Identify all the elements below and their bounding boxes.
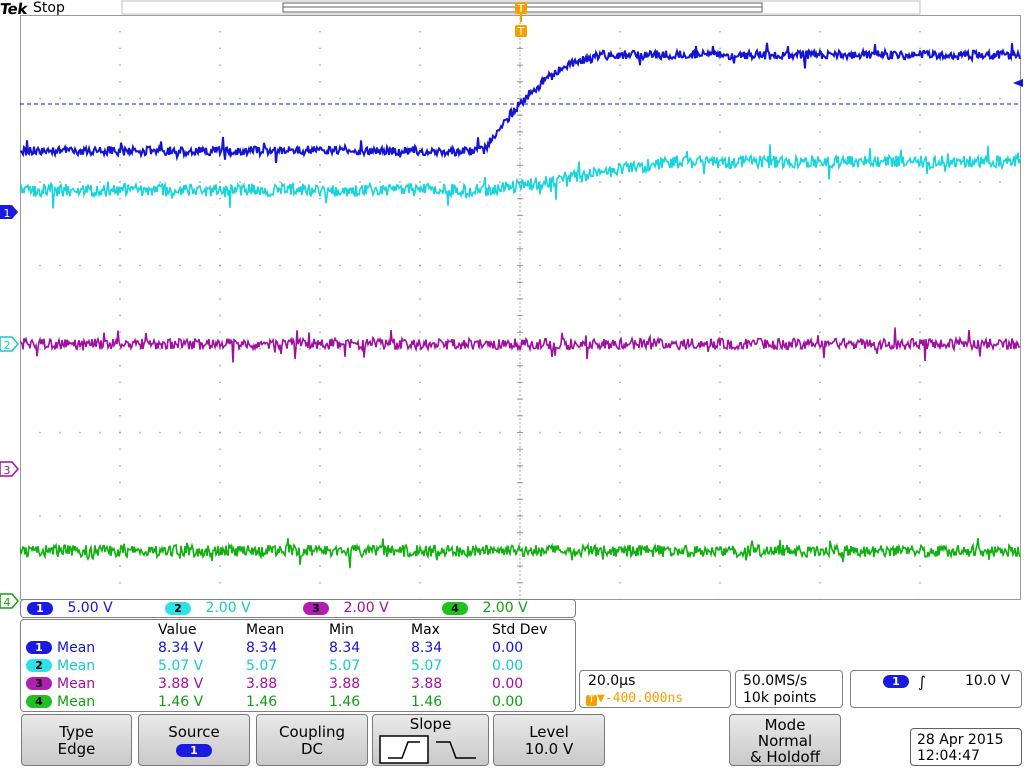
measurement-value: 1.46 V: [158, 694, 204, 710]
measurement-mean: 3.88: [246, 676, 278, 692]
menu-coupling-button[interactable]: Coupling DC: [256, 714, 368, 766]
time: 12:04:47: [917, 748, 980, 764]
falling-slope-icon: [435, 741, 476, 759]
svg-text:4: 4: [4, 596, 11, 609]
measurement-table: Value Mean Min Max Std Dev 1 Mean 8.34 V 8.…: [20, 619, 576, 712]
measurement-row[interactable]: 3 Mean 3.88 V 3.88 3.88 3.88 0.00: [21, 675, 575, 693]
measurement-type: Mean: [57, 676, 96, 692]
svg-text:3: 3: [4, 464, 11, 477]
measurement-row[interactable]: 2 Mean 5.07 V 5.07 5.07 5.07 0.00: [21, 657, 575, 675]
source-ch1-badge: 1: [176, 744, 212, 757]
svg-text:1: 1: [4, 207, 11, 220]
slope-options: [378, 735, 476, 764]
channel-markers: 1 2 3 4: [0, 205, 19, 609]
measurement-channel-badge: 4: [26, 695, 52, 708]
measurement-type: Mean: [57, 640, 96, 656]
vertical-settings-bar: 1 5.00 V 2 2.00 V 3 2.00 V 4 2.00 V: [20, 599, 576, 618]
measurement-std-dev: 0.00: [492, 676, 524, 692]
ch2-scale[interactable]: 2 2.00 V: [165, 600, 251, 617]
measurement-min: 8.34: [329, 640, 361, 656]
measurement-type: Mean: [57, 658, 96, 674]
measurement-value: 3.88 V: [158, 676, 204, 692]
ch1-ground-marker[interactable]: 1: [0, 205, 18, 220]
trigger-marker-label: T: [517, 25, 525, 38]
date: 28 Apr 2015: [917, 732, 1004, 748]
measurement-header-row: Value Mean Min Max Std Dev: [158, 622, 548, 638]
rising-edge-icon: ∫: [918, 673, 926, 691]
menu-mode-button[interactable]: Mode Normal & Holdoff: [729, 714, 841, 766]
datetime-display: 28 Apr 2015 12:04:47: [910, 728, 1022, 766]
trigger-level-value: 10.0 V: [965, 673, 1011, 689]
measurement-value: 8.34 V: [158, 640, 204, 656]
measurement-mean: 8.34: [246, 640, 278, 656]
trigger-source-badge: 1: [883, 675, 909, 688]
measurement-max: 8.34: [411, 640, 443, 656]
measurement-channel-badge: 3: [26, 677, 52, 690]
menu-type-button[interactable]: Type Edge: [21, 714, 132, 766]
trigger-readout[interactable]: 1 ∫ 10.0 V: [850, 670, 1022, 708]
rising-slope-option: [378, 735, 429, 764]
measurement-std-dev: 0.00: [492, 640, 524, 656]
trigger-position-marker[interactable]: T T: [512, 0, 532, 40]
measurement-min: 3.88: [329, 676, 361, 692]
measurement-value: 5.07 V: [158, 658, 204, 674]
menu-level-button[interactable]: Level 10.0 V: [493, 714, 605, 766]
sample-rate: 50.0MS/s: [743, 673, 808, 689]
waveform-display[interactable]: [20, 15, 1024, 600]
ch1-waveform: [20, 42, 1021, 164]
timebase-readout[interactable]: 20.0µs T ▼-400.000ns: [579, 670, 731, 708]
menu-source-button[interactable]: Source 1: [138, 714, 250, 766]
measurement-std-dev: 0.00: [492, 694, 524, 710]
measurement-max: 3.88: [411, 676, 443, 692]
measurement-channel-badge: 1: [26, 641, 52, 654]
measurement-channel-badge: 2: [26, 659, 52, 672]
trigger-level-arrow-icon: [1013, 79, 1023, 87]
measurement-max: 1.46: [411, 694, 443, 710]
menu-slope-button[interactable]: Slope: [372, 714, 489, 766]
ch4-ground-marker[interactable]: 4: [0, 593, 19, 609]
trigger-marker-label: T: [517, 2, 525, 15]
acquisition-readout[interactable]: 50.0MS/s 10k points: [735, 670, 843, 708]
measurement-row[interactable]: 1 Mean 8.34 V 8.34 8.34 8.34 0.00: [21, 639, 575, 657]
oscilloscope-screen: Tek Stop T T 1 2 3 4 1 5.00 V 2 2.00 V 3…: [0, 0, 1024, 768]
horizontal-delay: T ▼-400.000ns: [586, 690, 683, 707]
measurement-type: Mean: [57, 694, 96, 710]
measurement-min: 1.46: [329, 694, 361, 710]
measurement-mean: 1.46: [246, 694, 278, 710]
measurement-mean: 5.07: [246, 658, 278, 674]
svg-text:2: 2: [4, 339, 11, 352]
ch1-scale[interactable]: 1 5.00 V: [27, 600, 113, 617]
measurement-std-dev: 0.00: [492, 658, 524, 674]
measurement-max: 5.07: [411, 658, 443, 674]
time-scale: 20.0µs: [588, 673, 636, 689]
record-length: 10k points: [743, 690, 817, 706]
measurement-min: 5.07: [329, 658, 361, 674]
ch2-ground-marker[interactable]: 2: [0, 336, 19, 352]
ch3-ground-marker[interactable]: 3: [0, 461, 19, 477]
measurement-row[interactable]: 4 Mean 1.46 V 1.46 1.46 1.46 0.00: [21, 693, 575, 711]
ch3-scale[interactable]: 3 2.00 V: [303, 600, 389, 617]
ch4-scale[interactable]: 4 2.00 V: [442, 600, 528, 617]
